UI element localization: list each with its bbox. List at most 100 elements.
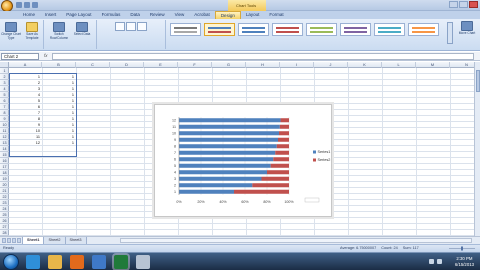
quick-access-toolbar xyxy=(16,2,38,8)
bar-series2-3 xyxy=(261,176,289,181)
layout-thumb[interactable] xyxy=(115,22,125,31)
select-data-button[interactable]: Select Data xyxy=(72,22,92,37)
ribbon: Change Chart Type Save As Template Switc… xyxy=(0,19,480,51)
layout-thumb[interactable] xyxy=(126,22,136,31)
x-tick-label: 60% xyxy=(241,200,249,204)
y-tick-label: 12 xyxy=(172,119,176,123)
ribbon-group-type: Change Chart Type Save As Template xyxy=(0,20,44,49)
tab-format[interactable]: Format xyxy=(264,11,288,19)
status-sum: Sum: 117 xyxy=(402,246,419,250)
tab-view[interactable]: View xyxy=(170,11,190,19)
chart-style-thumb[interactable] xyxy=(408,23,439,36)
bar-series1-1 xyxy=(179,189,234,194)
start-button[interactable] xyxy=(3,254,19,270)
bar-series1-8 xyxy=(179,144,277,149)
legend-label: Series1 xyxy=(318,150,331,154)
bar-series2-6 xyxy=(273,157,289,162)
name-box[interactable]: Chart 2 xyxy=(1,53,39,60)
volume-icon[interactable] xyxy=(437,259,442,264)
bar-series1-11 xyxy=(179,124,280,129)
formula-input[interactable] xyxy=(52,53,474,60)
bar-series2-10 xyxy=(279,131,289,136)
last-sheet-icon[interactable] xyxy=(17,238,21,243)
excel-icon[interactable] xyxy=(114,255,128,269)
tab-data[interactable]: Data xyxy=(125,11,145,19)
x-tick-label: 40% xyxy=(219,200,227,204)
app-icon[interactable] xyxy=(136,255,150,269)
status-bar: Ready Average: 6.75000007 Count: 24 Sum:… xyxy=(0,244,480,252)
maximize-button[interactable] xyxy=(459,1,468,8)
undo-icon[interactable] xyxy=(24,2,30,8)
chart-style-thumb[interactable] xyxy=(238,23,269,36)
layout-thumb[interactable] xyxy=(137,22,147,31)
template-icon xyxy=(26,22,38,32)
tab-page-layout[interactable]: Page Layout xyxy=(61,11,96,19)
bar-series1-7 xyxy=(179,150,276,155)
chart-style-thumb[interactable] xyxy=(170,23,201,36)
x-tick-label: 80% xyxy=(263,200,271,204)
y-tick-label: 6 xyxy=(174,158,176,162)
tab-home[interactable]: Home xyxy=(18,11,40,19)
word-icon[interactable] xyxy=(92,255,106,269)
y-tick-label: 5 xyxy=(174,164,176,168)
select-data-icon xyxy=(76,22,88,32)
taskbar-apps xyxy=(26,255,150,269)
explorer-icon[interactable] xyxy=(48,255,62,269)
formula-bar: Chart 2 fx xyxy=(0,52,480,61)
sheet-tab-bar: Sheet1 Sheet2 Sheet3 xyxy=(0,236,480,245)
save-as-template-button[interactable]: Save As Template xyxy=(22,22,42,40)
bar-series2-4 xyxy=(267,170,289,175)
y-tick-label: 8 xyxy=(174,145,176,149)
chart-style-thumb[interactable] xyxy=(306,23,337,36)
chart-layouts-group xyxy=(110,20,166,49)
close-button[interactable] xyxy=(469,1,478,8)
tab-design[interactable]: Design xyxy=(214,11,241,19)
save-icon[interactable] xyxy=(16,2,22,8)
fx-icon[interactable]: fx xyxy=(44,53,48,58)
tab-layout[interactable]: Layout xyxy=(241,11,265,19)
system-tray: 2:30 PM 6/15/2013 xyxy=(418,254,478,270)
ie-icon[interactable] xyxy=(26,255,40,269)
bar-series2-11 xyxy=(279,124,289,129)
row-headers: 1 2 3 4 5 6 7 8 9 10 11 12 13 14 15 16 17 18 19 20 21 22 23 24 2… xyxy=(0,68,9,236)
tray-icons xyxy=(429,259,442,264)
styles-gallery-scroll[interactable] xyxy=(447,22,453,44)
x-tick-label: 20% xyxy=(197,200,205,204)
chart-style-thumb[interactable] xyxy=(374,23,405,36)
minimize-button[interactable] xyxy=(449,1,458,8)
status-stats: Average: 6.75000007 Count: 24 Sum: 117 xyxy=(340,245,419,252)
tab-acrobat[interactable]: Acrobat xyxy=(189,11,215,19)
chart-layouts-gallery xyxy=(115,22,147,31)
scroll-thumb[interactable] xyxy=(476,70,480,92)
chart-style-thumb[interactable] xyxy=(340,23,371,36)
window-controls xyxy=(449,1,478,8)
y-tick-label: 3 xyxy=(174,177,176,181)
bar-series2-2 xyxy=(252,183,289,188)
horizontal-scrollbar[interactable] xyxy=(120,238,472,243)
prev-sheet-icon[interactable] xyxy=(7,238,11,243)
bar-series2-9 xyxy=(278,137,289,142)
zoom-slider[interactable] xyxy=(447,246,477,251)
next-sheet-icon[interactable] xyxy=(12,238,16,243)
first-sheet-icon[interactable] xyxy=(2,238,6,243)
switch-row-column-button[interactable]: Switch Row/Column xyxy=(49,22,69,40)
vertical-scrollbar[interactable] xyxy=(474,62,480,236)
bar-series1-3 xyxy=(179,176,262,181)
clock[interactable]: 2:30 PM 6/15/2013 xyxy=(455,256,474,268)
move-chart-button[interactable]: Move Chart xyxy=(456,21,478,36)
bar-series2-5 xyxy=(270,163,289,168)
network-icon[interactable] xyxy=(429,259,434,264)
chart-tools-context: Chart Tools xyxy=(228,0,266,11)
chart-styles-group xyxy=(167,20,455,49)
chart-style-thumb[interactable] xyxy=(272,23,303,36)
media-icon[interactable] xyxy=(70,255,84,269)
chart-object[interactable]: 0% 20% 40% 60% 80% 100% 1 2 3 4 5 6 7 8 9 10 11 12 Series1… xyxy=(154,104,332,217)
ribbon-group-data: Switch Row/Column Select Data xyxy=(45,20,97,49)
tab-formulas[interactable]: Formulas xyxy=(97,11,126,19)
change-chart-type-button[interactable]: Change Chart Type xyxy=(1,22,21,40)
taskbar: 2:30 PM 6/15/2013 xyxy=(0,252,480,270)
redo-icon[interactable] xyxy=(32,2,38,8)
chart-style-thumb-selected[interactable] xyxy=(204,23,235,36)
tab-insert[interactable]: Insert xyxy=(40,11,61,19)
tab-review[interactable]: Review xyxy=(145,11,170,19)
